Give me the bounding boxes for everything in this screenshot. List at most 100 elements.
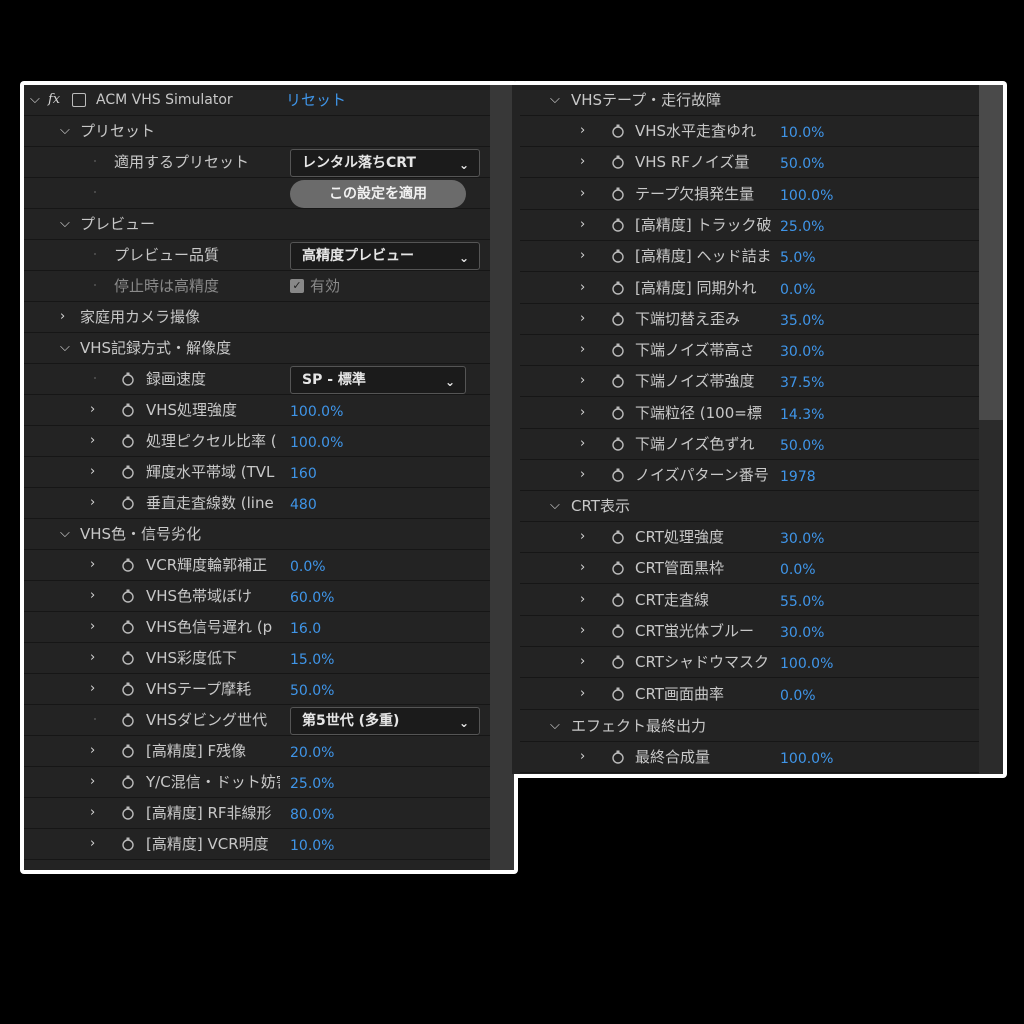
param-value[interactable]: 100.0% — [780, 181, 833, 211]
param-value[interactable]: 37.5% — [780, 368, 824, 398]
param-value[interactable]: 15.0% — [290, 645, 334, 675]
param-value[interactable]: 100.0% — [780, 744, 833, 774]
reset-link[interactable]: リセット — [286, 85, 346, 115]
stopwatch-icon[interactable] — [611, 530, 625, 544]
stopwatch-icon[interactable] — [611, 155, 625, 169]
preview-group-row[interactable]: ⌵ プレビュー — [24, 209, 490, 240]
param-value[interactable]: 160 — [290, 459, 317, 489]
param-value[interactable]: 480 — [290, 490, 317, 520]
chevron-right-icon[interactable]: › — [90, 829, 95, 859]
collapse-chevron-icon[interactable]: ⌵ — [30, 85, 40, 115]
stopwatch-icon[interactable] — [611, 406, 625, 420]
param-value[interactable]: 0.0% — [780, 681, 816, 711]
chevron-right-icon[interactable]: › — [580, 742, 585, 772]
preset-group-row[interactable]: ⌵ プリセット — [24, 116, 490, 147]
chevron-right-icon[interactable]: › — [90, 612, 95, 642]
chevron-right-icon[interactable]: › — [580, 147, 585, 177]
param-value[interactable]: 0.0% — [290, 552, 326, 582]
chevron-right-icon[interactable]: › — [580, 179, 585, 209]
chevron-right-icon[interactable]: › — [580, 398, 585, 428]
param-value[interactable]: 60.0% — [290, 583, 334, 613]
chevron-right-icon[interactable]: › — [580, 585, 585, 615]
rec-group-row[interactable]: ⌵ VHS記録方式・解像度 — [24, 333, 490, 364]
param-value[interactable]: 100.0% — [290, 397, 343, 427]
param-value[interactable]: 30.0% — [780, 337, 824, 367]
stopwatch-icon[interactable] — [121, 372, 135, 386]
chevron-right-icon[interactable]: › — [580, 335, 585, 365]
param-value[interactable]: 16.0 — [290, 614, 321, 644]
stopwatch-icon[interactable] — [121, 651, 135, 665]
chevron-right-icon[interactable]: › — [90, 550, 95, 580]
chevron-right-icon[interactable]: › — [580, 553, 585, 583]
chevron-right-icon[interactable]: › — [90, 798, 95, 828]
stopwatch-icon[interactable] — [121, 682, 135, 696]
chevron-right-icon[interactable]: › — [90, 488, 95, 518]
chevron-right-icon[interactable]: › — [90, 395, 95, 425]
param-value[interactable]: 1978 — [780, 462, 816, 492]
stopwatch-icon[interactable] — [121, 620, 135, 634]
stopwatch-icon[interactable] — [121, 589, 135, 603]
param-value[interactable]: 100.0% — [780, 649, 833, 679]
chevron-down-icon[interactable]: ⌵ — [60, 333, 70, 363]
chevron-right-icon[interactable]: › — [580, 210, 585, 240]
param-value[interactable]: 5.0% — [780, 243, 816, 273]
stopwatch-icon[interactable] — [121, 403, 135, 417]
chevron-right-icon[interactable]: › — [580, 522, 585, 552]
param-value[interactable]: 20.0% — [290, 738, 334, 768]
chevron-right-icon[interactable]: › — [90, 767, 95, 797]
chevron-right-icon[interactable]: › — [90, 643, 95, 673]
chevron-right-icon[interactable]: › — [60, 302, 65, 332]
chevron-right-icon[interactable]: › — [90, 736, 95, 766]
stopwatch-icon[interactable] — [611, 561, 625, 575]
right-scrollbar[interactable] — [979, 85, 1003, 774]
chevron-down-icon[interactable]: ⌵ — [60, 209, 70, 239]
right-scrollbar-thumb[interactable] — [979, 85, 1003, 420]
chevron-right-icon[interactable]: › — [90, 581, 95, 611]
chevron-right-icon[interactable]: › — [90, 426, 95, 456]
stopwatch-icon[interactable] — [611, 655, 625, 669]
param-value[interactable]: 55.0% — [780, 587, 824, 617]
stopwatch-icon[interactable] — [121, 558, 135, 572]
param-value[interactable]: 35.0% — [780, 306, 824, 336]
stopwatch-icon[interactable] — [121, 434, 135, 448]
stopwatch-icon[interactable] — [611, 281, 625, 295]
stopwatch-icon[interactable] — [121, 465, 135, 479]
param-value[interactable]: 10.0% — [290, 831, 334, 861]
stopwatch-icon[interactable] — [611, 468, 625, 482]
chevron-down-icon[interactable]: ⌵ — [60, 116, 70, 146]
stopwatch-icon[interactable] — [121, 806, 135, 820]
chevron-right-icon[interactable]: › — [580, 116, 585, 146]
param-value[interactable]: 25.0% — [290, 769, 334, 799]
stopwatch-icon[interactable] — [611, 312, 625, 326]
chevron-down-icon[interactable]: ⌵ — [550, 85, 560, 115]
param-value[interactable]: 100.0% — [290, 428, 343, 458]
stopwatch-icon[interactable] — [121, 713, 135, 727]
chevron-right-icon[interactable]: › — [580, 366, 585, 396]
param-value[interactable]: 25.0% — [780, 212, 824, 242]
param-value[interactable]: 30.0% — [780, 524, 824, 554]
stopwatch-icon[interactable] — [121, 837, 135, 851]
preview-quality-dropdown[interactable]: 高精度プレビュー ⌄ — [290, 242, 480, 270]
stopwatch-icon[interactable] — [611, 343, 625, 357]
stopwatch-icon[interactable] — [611, 624, 625, 638]
param-value[interactable]: 10.0% — [780, 118, 824, 148]
chevron-right-icon[interactable]: › — [90, 674, 95, 704]
stopwatch-icon[interactable] — [611, 687, 625, 701]
param-value[interactable]: 0.0% — [780, 275, 816, 305]
crt-group-row[interactable]: ⌵ CRT表示 — [516, 491, 979, 522]
chevron-down-icon[interactable]: ⌵ — [60, 519, 70, 549]
chevron-right-icon[interactable]: › — [580, 241, 585, 271]
chevron-down-icon[interactable]: ⌵ — [550, 711, 560, 741]
param-value[interactable]: 50.0% — [290, 676, 334, 706]
stopwatch-icon[interactable] — [121, 496, 135, 510]
stopwatch-icon[interactable] — [611, 249, 625, 263]
dubbing-dropdown[interactable]: 第5世代 (多重) ⌄ — [290, 707, 480, 735]
chevron-right-icon[interactable]: › — [580, 460, 585, 490]
stopwatch-icon[interactable] — [121, 744, 135, 758]
home-camera-group-row[interactable]: › 家庭用カメラ撮像 — [24, 302, 490, 333]
param-value[interactable]: 0.0% — [780, 555, 816, 585]
output-group-row[interactable]: ⌵ エフェクト最終出力 — [516, 711, 979, 742]
param-value[interactable]: 30.0% — [780, 618, 824, 648]
stopwatch-icon[interactable] — [611, 437, 625, 451]
fx-icon[interactable]: fx — [48, 85, 60, 115]
